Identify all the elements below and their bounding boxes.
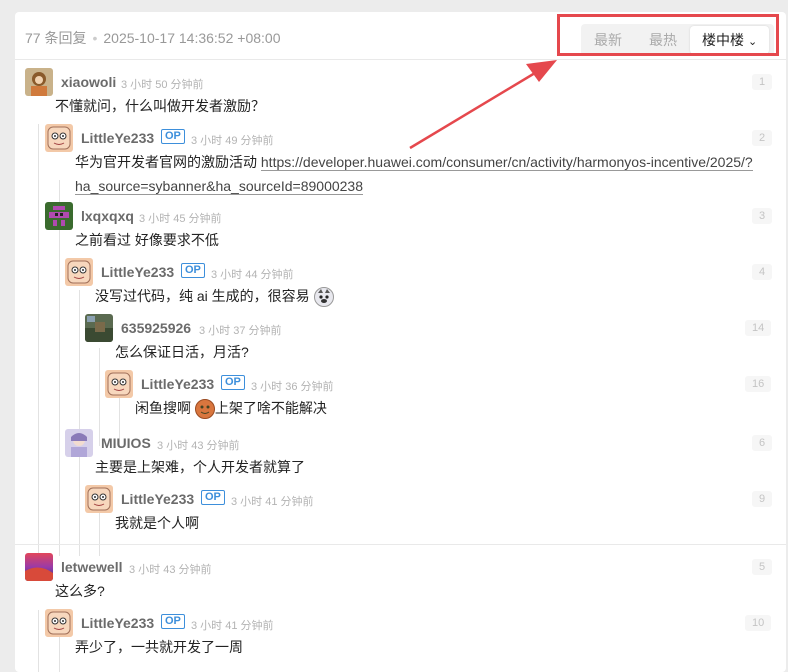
annotation-arrow-icon: [409, 60, 557, 150]
